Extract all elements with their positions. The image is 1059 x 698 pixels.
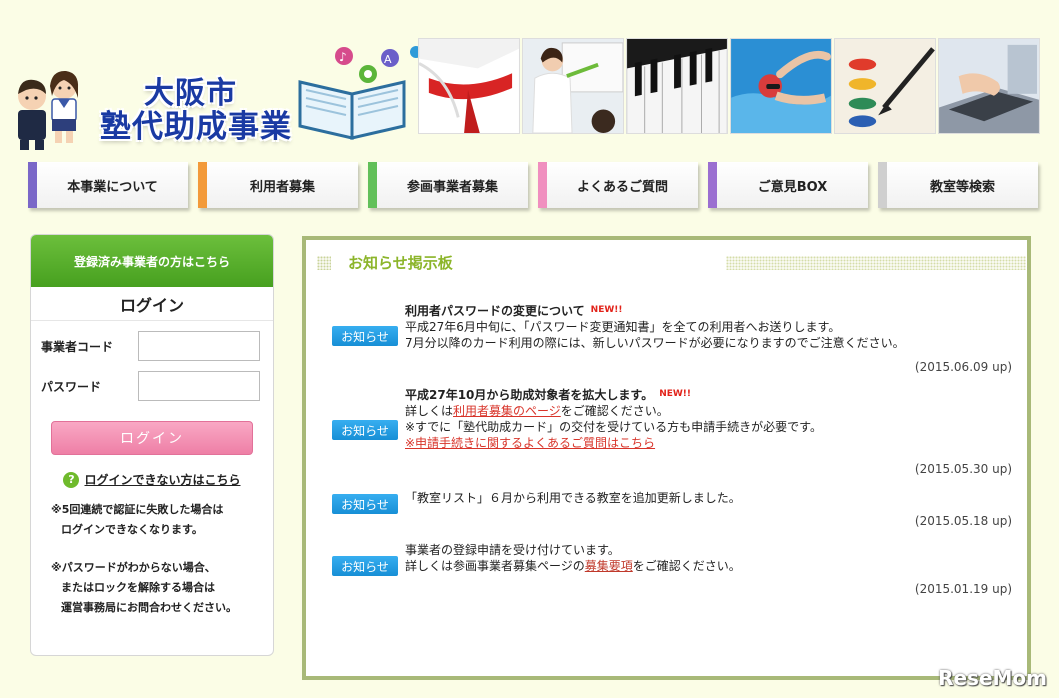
note-line: ※5回連続で認証に失敗した場合は [51, 503, 224, 516]
news-text: 詳しくは参画事業者募集ページの [405, 559, 585, 573]
dotted-square-icon [317, 256, 331, 270]
guidelines-link[interactable]: 募集要項 [585, 559, 633, 573]
news-board: お知らせ掲示板 お知らせ 利用者パスワードの変更について NEW!! 平成27年6… [302, 236, 1031, 680]
login-title: ログイン [31, 287, 273, 321]
news-title: 平成27年10月から助成対象者を拡大します。 [405, 388, 654, 402]
news-body: 「教室リスト」６月から利用できる教室を追加更新しました。 [405, 490, 1005, 506]
nav-item-label: ご意見BOX [757, 179, 828, 195]
kids-mascot-icon [18, 70, 79, 150]
note-line: 運営事務局にお問合わせください。 [61, 601, 237, 614]
login-panel-header: 登録済み事業者の方はこちら [31, 235, 273, 287]
open-book-icon: ♪ A [298, 46, 422, 140]
painting-photo [834, 38, 936, 134]
question-icon: ? [63, 471, 80, 488]
main-nav: 本事業について 利用者募集 参画事業者募集 よくあるご質問 ご意見BOX 教室等… [28, 162, 1038, 208]
teacher-photo [522, 38, 624, 134]
login-panel: 登録済み事業者の方はこちら ログイン 事業者コード パスワード ログイン ? ロ… [30, 234, 274, 656]
news-text: 詳しくは [405, 404, 454, 418]
login-button[interactable]: ログイン [51, 421, 253, 455]
news-body: 事業者の登録申請を受け付けています。 詳しくは参画事業者募集ページの募集要項をご… [405, 542, 1005, 574]
password-row: パスワード [31, 371, 273, 401]
watermark-logo: ReseMom [938, 666, 1047, 690]
user-recruitment-link[interactable]: 利用者募集のページ [453, 404, 561, 418]
site-logo[interactable]: 大阪市 塾代助成事業 ♪ A [8, 40, 422, 150]
login-help-link[interactable]: ? ログインできない方はこちら [31, 471, 273, 488]
news-item: お知らせ 平成27年10月から助成対象者を拡大します。 NEW!! 詳しくは利用者… [332, 386, 1012, 480]
news-title: 利用者パスワードの変更について [405, 304, 585, 318]
dotted-bar-decoration [726, 256, 1026, 270]
news-text: 平成27年6月中旬に、「パスワード変更通知書」を全ての利用者へお送りします。 [405, 320, 841, 334]
password-note: ※パスワードがわからない場合、 またはロックを解除する場合は 運営事務局にお問合… [31, 558, 273, 618]
news-text: ※すでに「塾代助成カード」の交付を受けている方も申請手続きが必要です。 [405, 420, 822, 434]
provider-code-input[interactable] [138, 331, 260, 361]
new-badge: NEW!! [659, 389, 692, 399]
notice-badge: お知らせ [332, 556, 398, 576]
password-label: パスワード [41, 379, 102, 394]
news-text: 「教室リスト」６月から利用できる教室を追加更新しました。 [405, 491, 741, 505]
notice-badge: お知らせ [332, 326, 398, 346]
provider-code-label: 事業者コード [41, 339, 114, 354]
new-badge: NEW!! [590, 305, 623, 315]
logo-line-program: 塾代助成事業 [100, 109, 292, 145]
news-date: (2015.01.19 up) [914, 582, 1012, 596]
news-text: 事業者の登録申請を受け付けています。 [405, 543, 620, 557]
news-body: 利用者パスワードの変更について NEW!! 平成27年6月中旬に、「パスワード変更… [405, 302, 1005, 351]
note-line: ※パスワードがわからない場合、 [51, 561, 216, 574]
login-help-text[interactable]: ログインできない方はこちら [84, 471, 240, 488]
martial-arts-photo [418, 38, 520, 134]
nav-item-label: 利用者募集 [249, 179, 315, 195]
application-faq-link[interactable]: ※申請手続きに関するよくあるご質問はこちら [405, 436, 655, 450]
logo-line-city: 大阪市 [144, 76, 237, 111]
nav-item-user-recruitment[interactable]: 利用者募集 [198, 162, 358, 208]
nav-item-label: よくあるご質問 [576, 179, 668, 195]
nav-item-about[interactable]: 本事業について [28, 162, 188, 208]
news-board-title: お知らせ掲示板 [348, 254, 453, 272]
news-text: をご確認ください。 [560, 404, 669, 418]
nav-item-label: 参画事業者募集 [406, 179, 498, 195]
news-item: お知らせ 「教室リスト」６月から利用できる教室を追加更新しました。 (2015.… [332, 490, 1012, 532]
header-photo-strip [418, 38, 1040, 134]
nav-item-faq[interactable]: よくあるご質問 [538, 162, 698, 208]
nav-item-provider-recruitment[interactable]: 参画事業者募集 [368, 162, 528, 208]
logo-text: 大阪市 塾代助成事業 [100, 76, 292, 145]
news-board-header: お知らせ掲示板 [314, 252, 1026, 274]
news-body: 平成27年10月から助成対象者を拡大します。 NEW!! 詳しくは利用者募集のペー… [405, 386, 1005, 451]
nav-item-label: 教室等検索 [929, 179, 995, 195]
nav-item-classroom-search[interactable]: 教室等検索 [878, 162, 1038, 208]
nav-item-label: 本事業について [67, 179, 158, 195]
swimming-photo [730, 38, 832, 134]
news-text: をご確認ください。 [632, 559, 741, 573]
lockout-note: ※5回連続で認証に失敗した場合は ログインできなくなります。 [31, 500, 273, 540]
news-item: お知らせ 利用者パスワードの変更について NEW!! 平成27年6月中旬に、「パス… [332, 302, 1012, 380]
laptop-photo [938, 38, 1040, 134]
svg-text:♪: ♪ [339, 50, 347, 64]
news-item: お知らせ 事業者の登録申請を受け付けています。 詳しくは参画事業者募集ページの募… [332, 542, 1012, 602]
news-date: (2015.06.09 up) [914, 360, 1012, 374]
nav-item-feedback-box[interactable]: ご意見BOX [708, 162, 868, 208]
notice-badge: お知らせ [332, 494, 398, 514]
note-line: ログインできなくなります。 [61, 523, 203, 536]
note-line: またはロックを解除する場合は [61, 581, 215, 594]
news-date: (2015.05.18 up) [914, 514, 1012, 528]
provider-code-row: 事業者コード [31, 331, 273, 361]
news-text: 7月分以降のカード利用の際には、新しいパスワードが必要になりますのでご注意くださ… [405, 336, 905, 350]
svg-text:A: A [384, 53, 392, 66]
piano-photo [626, 38, 728, 134]
password-input[interactable] [138, 371, 260, 401]
notice-badge: お知らせ [332, 420, 398, 440]
news-date: (2015.05.30 up) [914, 462, 1012, 476]
